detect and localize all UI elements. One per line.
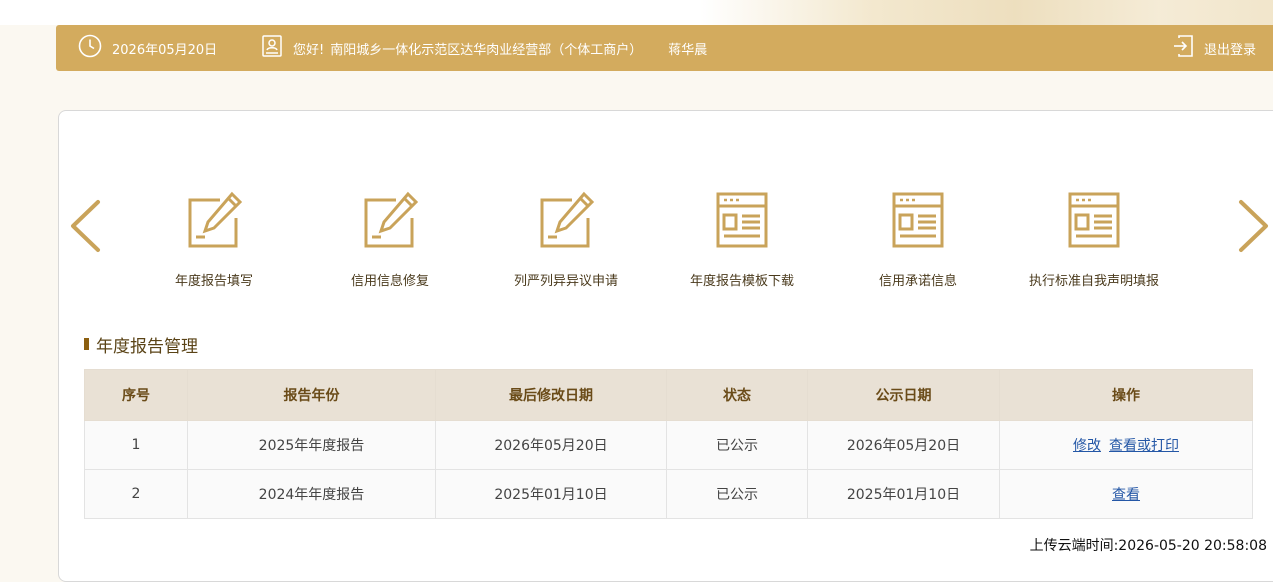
edit-icon xyxy=(188,191,242,248)
cell-actions: 修改 查看或打印 xyxy=(999,420,1253,470)
annual-report-table: 序号 报告年份 最后修改日期 状态 公示日期 操作 1 2025年年度报告 20… xyxy=(84,369,1253,519)
column-header: 序号 xyxy=(84,369,188,421)
table-header-row: 序号 报告年份 最后修改日期 状态 公示日期 操作 xyxy=(84,369,1253,421)
section-title-marker xyxy=(84,338,89,350)
edit-link[interactable]: 修改 xyxy=(1073,438,1101,454)
menu-label: 信用承诺信息 xyxy=(878,274,957,289)
cell-modified: 2025年01月10日 xyxy=(435,469,667,519)
upload-time: 上传云端时间:2026-05-20 20:58:08 xyxy=(1029,538,1267,554)
carousel-prev-button[interactable] xyxy=(68,199,102,253)
menu-credit-commitment[interactable]: 信用承诺信息 xyxy=(833,190,1003,289)
menu-label: 年度报告填写 xyxy=(174,274,253,289)
menu-objection-apply[interactable]: 列严列异异议申请 xyxy=(481,190,651,289)
header-date: 2026年05月20日 xyxy=(78,25,217,71)
column-header: 公示日期 xyxy=(807,369,1000,421)
section-title: 年度报告管理 xyxy=(84,332,198,357)
cell-no: 1 xyxy=(84,420,188,470)
document-icon xyxy=(716,192,768,248)
menu-label: 执行标准自我声明填报 xyxy=(1028,274,1159,289)
column-header: 操作 xyxy=(999,369,1253,421)
logout-icon xyxy=(1172,34,1204,62)
chevron-right-icon xyxy=(1239,200,1268,252)
menu-template-download[interactable]: 年度报告模板下载 xyxy=(657,190,827,289)
header-decoration xyxy=(700,0,1273,25)
menu-label: 列严列异异议申请 xyxy=(513,274,618,289)
menu-annual-report-fill[interactable]: 年度报告填写 xyxy=(129,190,299,289)
menu-credit-repair[interactable]: 信用信息修复 xyxy=(305,190,475,289)
edit-icon xyxy=(364,191,418,248)
user-name: 蒋华晨 xyxy=(668,42,708,58)
greeting-text: 您好! xyxy=(293,42,325,58)
column-header: 最后修改日期 xyxy=(435,369,667,421)
column-header: 状态 xyxy=(666,369,808,421)
cell-modified: 2026年05月20日 xyxy=(435,420,667,470)
menu-label: 年度报告模板下载 xyxy=(689,274,794,289)
cell-actions: 查看 xyxy=(999,469,1253,519)
menu-label: 信用信息修复 xyxy=(350,274,429,289)
carousel-next-button[interactable] xyxy=(1237,199,1271,253)
menu-standard-declaration[interactable]: 执行标准自我声明填报 xyxy=(1009,190,1179,289)
header-date-text: 2026年05月20日 xyxy=(112,42,218,58)
cell-publish-date: 2026年05月20日 xyxy=(807,420,1000,470)
logout-button[interactable]: 退出登录 xyxy=(1172,25,1256,71)
header-user-info: 您好! 南阳城乡一体化示范区达华肉业经营部（个体工商户） 蒋华晨 xyxy=(261,25,707,71)
header-bar: 2026年05月20日 您好! 南阳城乡一体化示范区达华肉业经营部（个体工商户）… xyxy=(56,25,1273,71)
cell-status: 已公示 xyxy=(666,469,808,519)
document-icon xyxy=(892,192,944,248)
view-print-link[interactable]: 查看或打印 xyxy=(1109,438,1179,454)
column-header: 报告年份 xyxy=(187,369,436,421)
user-card-icon xyxy=(261,34,293,62)
cell-no: 2 xyxy=(84,469,188,519)
section-title-text: 年度报告管理 xyxy=(96,336,198,357)
chevron-left-icon xyxy=(71,200,100,252)
view-link[interactable]: 查看 xyxy=(1112,487,1140,503)
table-row: 1 2025年年度报告 2026年05月20日 已公示 2026年05月20日 … xyxy=(84,420,1253,470)
cell-status: 已公示 xyxy=(666,420,808,470)
cell-year: 2025年年度报告 xyxy=(187,420,436,470)
company-name: 南阳城乡一体化示范区达华肉业经营部（个体工商户） xyxy=(330,42,643,58)
cell-year: 2024年年度报告 xyxy=(187,469,436,519)
document-icon xyxy=(1068,192,1120,248)
logout-label: 退出登录 xyxy=(1203,42,1256,58)
edit-icon xyxy=(540,191,594,248)
cell-publish-date: 2025年01月10日 xyxy=(807,469,1000,519)
clock-icon xyxy=(78,34,112,62)
table-row: 2 2024年年度报告 2025年01月10日 已公示 2025年01月10日 … xyxy=(84,469,1253,519)
